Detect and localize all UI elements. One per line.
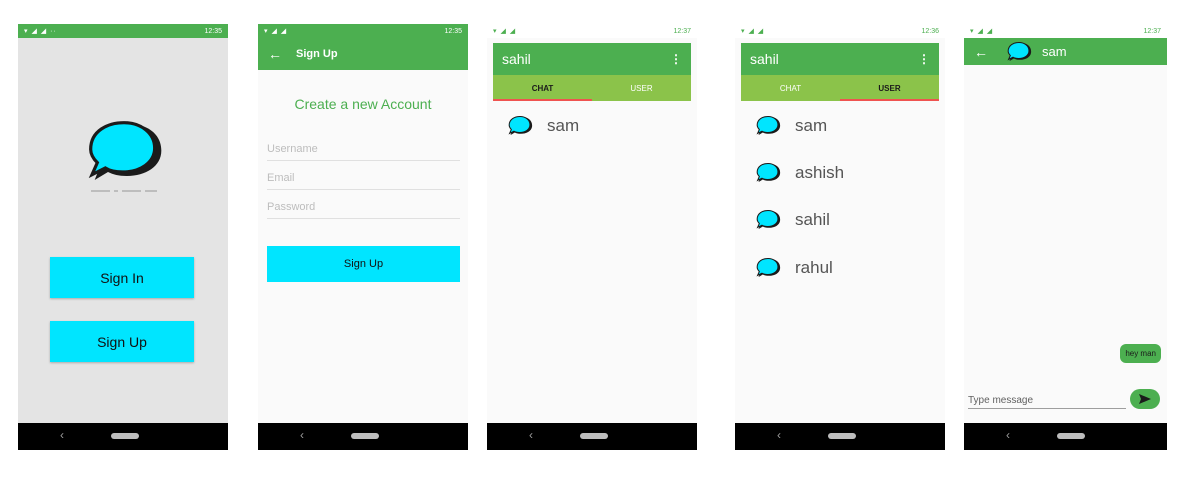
- user-name: ashish: [795, 163, 845, 182]
- status-bar: ▾ ◢ ◢ ·· 12:35: [18, 24, 228, 38]
- tab-chat[interactable]: CHAT: [493, 75, 592, 101]
- signal-icons: ▾ ◢ ◢: [741, 28, 765, 35]
- user-list-item[interactable]: ashish: [755, 162, 844, 184]
- status-time: 12:35: [444, 27, 462, 35]
- nav-home-icon[interactable]: [580, 433, 608, 439]
- back-arrow-icon[interactable]: ←: [974, 44, 988, 60]
- tab-chat[interactable]: CHAT: [741, 75, 840, 101]
- email-field[interactable]: Email: [267, 167, 460, 190]
- toolbar-title: sahil: [750, 51, 779, 67]
- user-list-item[interactable]: rahul: [755, 257, 833, 279]
- outgoing-message: hey man: [1120, 344, 1161, 363]
- signal-icons: ▾ ◢ ◢: [264, 28, 288, 35]
- user-name: rahul: [795, 258, 833, 277]
- signal-icons: ▾ ◢ ◢: [493, 28, 517, 35]
- status-time: 12:36: [921, 27, 939, 35]
- nav-home-icon[interactable]: [351, 433, 379, 439]
- nav-bar: ‹: [487, 423, 697, 450]
- sign-in-button[interactable]: Sign In: [50, 257, 194, 298]
- back-arrow-icon[interactable]: ←: [268, 46, 282, 62]
- user-name: sahil: [795, 210, 830, 229]
- app-bar-title: Sign Up: [296, 48, 338, 60]
- status-bar: ▾ ◢ ◢ 12:36: [735, 24, 945, 38]
- toolbar: sahil ⋮: [741, 43, 939, 75]
- nav-back-icon[interactable]: ‹: [529, 428, 533, 442]
- chat-header: ← sam: [964, 38, 1167, 65]
- nav-bar: ‹: [735, 423, 945, 450]
- status-bar: ▾ ◢ ◢ 12:35: [258, 24, 468, 38]
- chat-bubble-icon: [755, 115, 781, 137]
- toolbar-title: sahil: [502, 51, 531, 67]
- signal-icons: ▾ ◢ ◢: [970, 28, 994, 35]
- logo-divider: [91, 190, 157, 192]
- sign-up-button[interactable]: Sign Up: [50, 321, 194, 362]
- tab-user[interactable]: USER: [840, 75, 939, 101]
- avatar: [1006, 41, 1032, 63]
- nav-back-icon[interactable]: ‹: [60, 428, 64, 442]
- chat-bubble-icon: [755, 209, 781, 231]
- nav-back-icon[interactable]: ‹: [777, 428, 781, 442]
- user-name: sam: [795, 116, 828, 135]
- nav-home-icon[interactable]: [828, 433, 856, 439]
- nav-back-icon[interactable]: ‹: [300, 428, 304, 442]
- send-button[interactable]: [1130, 389, 1160, 409]
- tab-bar: CHAT USER: [741, 75, 939, 101]
- status-bar: ▾ ◢ ◢ 12:37: [964, 24, 1167, 38]
- menu-icon[interactable]: ⋮: [670, 52, 682, 66]
- contact-name: sam: [1042, 44, 1067, 59]
- chat-list-item[interactable]: sam: [507, 115, 579, 137]
- nav-home-icon[interactable]: [111, 433, 139, 439]
- sign-up-submit-button[interactable]: Sign Up: [267, 246, 460, 282]
- toolbar: sahil ⋮: [493, 43, 691, 75]
- chat-name: sam: [547, 116, 580, 135]
- status-time: 12:37: [673, 27, 691, 35]
- password-field[interactable]: Password: [267, 196, 460, 219]
- send-icon: [1139, 394, 1151, 404]
- signal-icons: ▾ ◢ ◢ ··: [24, 28, 57, 35]
- user-list-screen: ▾ ◢ ◢ 12:36 sahil ⋮ CHAT USER sam ashish…: [735, 24, 945, 450]
- nav-bar: ‹: [964, 423, 1167, 450]
- status-time: 12:37: [1143, 27, 1161, 35]
- status-time: 12:35: [204, 27, 222, 35]
- status-bar: ▾ ◢ ◢ 12:37: [487, 24, 697, 38]
- nav-back-icon[interactable]: ‹: [1006, 428, 1010, 442]
- app-bar: ← Sign Up: [258, 38, 468, 70]
- app-logo-icon: [84, 117, 164, 187]
- chat-bubble-icon: [755, 162, 781, 184]
- chat-list-screen: ▾ ◢ ◢ 12:37 sahil ⋮ CHAT USER sam ‹: [487, 24, 697, 450]
- nav-home-icon[interactable]: [1057, 433, 1085, 439]
- message-input[interactable]: [968, 392, 1126, 409]
- tab-bar: CHAT USER: [493, 75, 691, 101]
- page-title: Create a new Account: [294, 96, 432, 112]
- user-list-item[interactable]: sahil: [755, 209, 830, 231]
- nav-bar: ‹: [258, 423, 468, 450]
- username-field[interactable]: Username: [267, 138, 460, 161]
- menu-icon[interactable]: ⋮: [918, 52, 930, 66]
- conversation-screen: ▾ ◢ ◢ 12:37 ← sam hey man ‹: [964, 24, 1167, 450]
- nav-bar: ‹: [18, 423, 228, 450]
- welcome-screen: ▾ ◢ ◢ ·· 12:35 Sign In Sign Up ‹: [18, 24, 228, 450]
- chat-bubble-icon: [507, 115, 533, 137]
- tab-user[interactable]: USER: [592, 75, 691, 101]
- signup-screen: ▾ ◢ ◢ 12:35 ← Sign Up Create a new Accou…: [258, 24, 468, 450]
- chat-bubble-icon: [755, 257, 781, 279]
- user-list-item[interactable]: sam: [755, 115, 827, 137]
